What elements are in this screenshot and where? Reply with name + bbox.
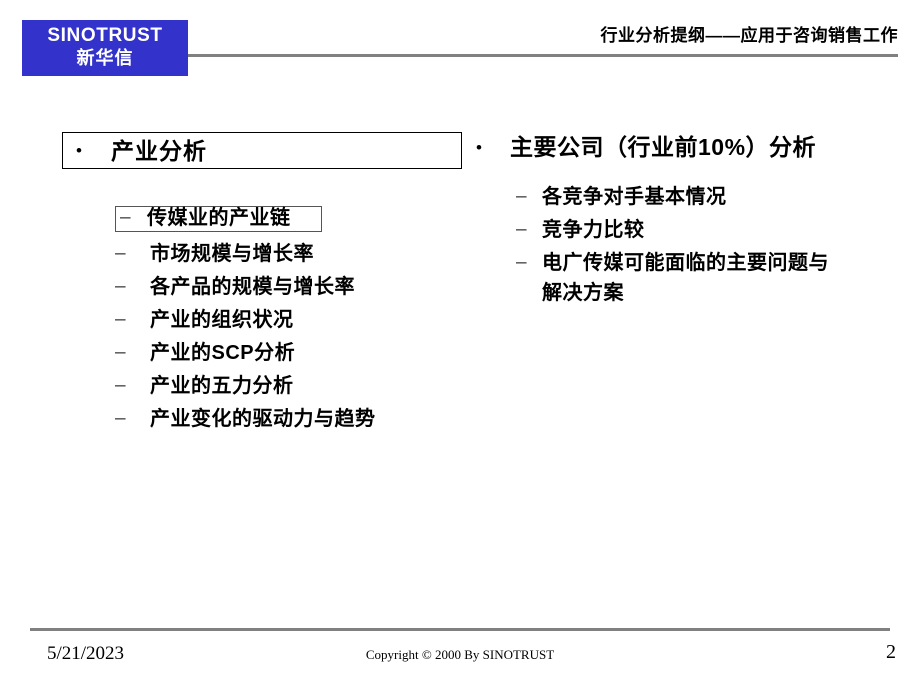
list-item-label: 产业变化的驱动力与趋势 — [150, 408, 376, 430]
right-sub-list: – 各竞争对手基本情况 – 竞争力比较 – 电广传媒可能面临的主要问题与解决方案 — [516, 182, 886, 311]
footer-divider-rule — [30, 628, 890, 631]
list-item-label: 电广传媒可能面临的主要问题与解决方案 — [542, 252, 829, 304]
left-sub-list: – 传媒业的产业链 – 市场规模与增长率 – 各产品的规模与增长率 – 产业的组… — [115, 206, 465, 437]
left-level1-label: 产业分析 — [111, 138, 207, 164]
list-item: – 电广传媒可能面临的主要问题与解决方案 — [516, 248, 886, 308]
left-level1-boxed-heading: • 产业分析 — [62, 132, 462, 169]
footer-copyright: Copyright © 2000 By SINOTRUST — [365, 647, 555, 662]
right-level1-heading: • 主要公司（行业前10%）分析 — [476, 132, 896, 172]
right-level1-label: 主要公司（行业前10%）分析 — [510, 134, 817, 160]
dash-bullet-icon: – — [115, 276, 126, 297]
list-item: – 竞争力比较 — [516, 215, 886, 245]
left-column: • 产业分析 – 传媒业的产业链 – 市场规模与增长率 – 各产品的规模与增长率… — [62, 132, 462, 430]
dash-bullet-icon: – — [115, 375, 126, 396]
list-item: – 产业的五力分析 — [115, 371, 465, 404]
bullet-dot-icon: • — [76, 141, 82, 160]
footer-page-number: 2 — [886, 641, 896, 663]
dash-bullet-icon: – — [115, 342, 126, 363]
dash-bullet-icon: – — [516, 186, 527, 207]
list-item: – 产业变化的驱动力与趋势 — [115, 404, 465, 437]
logo-chinese-text: 新华信 — [76, 48, 134, 68]
list-item: – 产业的SCP分析 — [115, 338, 465, 371]
list-item-label: 各产品的规模与增长率 — [150, 276, 355, 298]
sinotrust-logo: SINOTRUST 新华信 — [22, 20, 188, 76]
dash-bullet-icon: – — [120, 207, 131, 228]
list-item-label: 产业的SCP分析 — [150, 342, 296, 364]
list-item: – 传媒业的产业链 — [115, 206, 322, 232]
slide-body: • 产业分析 – 传媒业的产业链 – 市场规模与增长率 – 各产品的规模与增长率… — [0, 88, 920, 628]
list-item: – 各产品的规模与增长率 — [115, 272, 465, 305]
list-item: – 市场规模与增长率 — [115, 239, 465, 272]
list-item-label: 产业的组织状况 — [150, 309, 294, 331]
bullet-dot-icon: • — [476, 138, 482, 157]
list-item-label: 竞争力比较 — [542, 219, 645, 241]
dash-bullet-icon: – — [115, 309, 126, 330]
header-divider-rule — [188, 54, 898, 57]
list-item-label: 产业的五力分析 — [150, 375, 294, 397]
dash-bullet-icon: – — [115, 408, 126, 429]
slide-footer: 5/21/2023 Copyright © 2000 By SINOTRUST … — [0, 628, 920, 690]
dash-bullet-icon: – — [516, 252, 527, 273]
list-item-label: 传媒业的产业链 — [147, 207, 291, 229]
slide-header-title: 行业分析提纲——应用于咨询销售工作 — [600, 26, 898, 45]
list-item-label: 各竞争对手基本情况 — [542, 186, 727, 208]
list-item: – 各竞争对手基本情况 — [516, 182, 886, 212]
dash-bullet-icon: – — [115, 243, 126, 264]
list-item: – 产业的组织状况 — [115, 305, 465, 338]
slide-header: SINOTRUST 新华信 行业分析提纲——应用于咨询销售工作 — [0, 0, 920, 88]
logo-latin-text: SINOTRUST — [47, 25, 163, 46]
dash-bullet-icon: – — [516, 219, 527, 240]
right-column: • 主要公司（行业前10%）分析 – 各竞争对手基本情况 – 竞争力比较 – 电… — [476, 132, 896, 304]
list-item-label: 市场规模与增长率 — [150, 243, 314, 265]
